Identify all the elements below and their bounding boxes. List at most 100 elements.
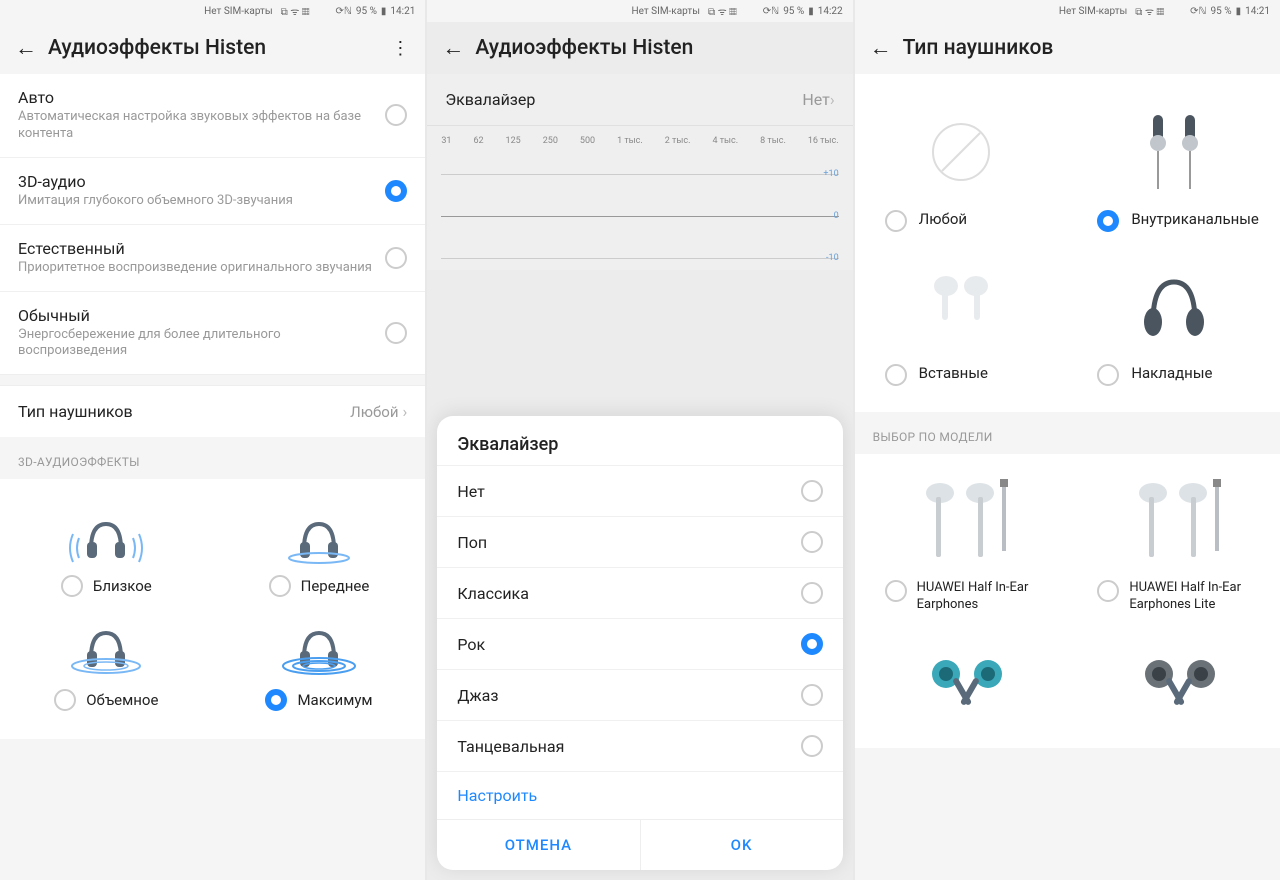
- eq-opt-classic[interactable]: Классика: [437, 567, 842, 618]
- fx-surround[interactable]: Объемное: [0, 605, 213, 719]
- radio[interactable]: [54, 689, 76, 711]
- eq-frequencies: 31621252505001 тыс.2 тыс.4 тыс.8 тыс.16 …: [427, 126, 852, 150]
- page-title: Аудиоэффекты Histen: [475, 36, 844, 60]
- fx-label: Близкое: [93, 577, 152, 595]
- hp-earbuds[interactable]: Вставные: [855, 248, 1068, 402]
- wifi-icon: ⧉ ᯤ ▦: [281, 4, 310, 18]
- sim-status: Нет SIM-карты: [204, 6, 272, 17]
- option-3d[interactable]: 3D-аудио Имитация глубокого объемного 3D-…: [0, 158, 425, 225]
- radio[interactable]: [885, 210, 907, 232]
- model-label: HUAWEI Half In-Ear Earphones: [917, 580, 1058, 614]
- model-unknown-2[interactable]: [1067, 618, 1280, 748]
- statusbar: Нет SIM-карты ⧉ ᯤ ▦⟳ℕ 95 %▮ 14:22: [427, 0, 852, 22]
- radio[interactable]: [885, 580, 907, 602]
- option-title: Естественный: [18, 239, 375, 258]
- eq-opt-jazz[interactable]: Джаз: [437, 669, 842, 720]
- hp-overear[interactable]: Накладные: [1067, 248, 1280, 402]
- option-title: 3D-аудио: [18, 172, 375, 191]
- radio[interactable]: [385, 322, 407, 344]
- earphone-icon: [1077, 466, 1270, 576]
- row-label: Эквалайзер: [445, 90, 802, 109]
- nfc-icon: ⟳ℕ: [335, 6, 351, 17]
- radio[interactable]: [385, 104, 407, 126]
- clock: 14:21: [390, 6, 415, 17]
- screen-headphone-type: Нет SIM-карты ⧉ ᯤ ▦⟳ℕ 95 %▮ 14:21 ← Тип …: [855, 0, 1280, 880]
- chevron-right-icon: ›: [403, 402, 408, 421]
- radio[interactable]: [265, 689, 287, 711]
- model-grid: HUAWEI Half In-Ear Earphones HUAWEI Half…: [855, 454, 1280, 748]
- page-title: Тип наушников: [903, 36, 1272, 60]
- option-natural[interactable]: Естественный Приоритетное воспроизведение…: [0, 225, 425, 292]
- back-button[interactable]: ←: [863, 30, 899, 66]
- hp-any[interactable]: Любой: [855, 94, 1068, 248]
- fx-grid: Близкое Переднее Объемное Максимум: [0, 479, 425, 739]
- model-half-inear-lite[interactable]: HUAWEI Half In-Ear Earphones Lite: [1067, 454, 1280, 618]
- option-auto[interactable]: АвтоАвтоматическая настройка звуковых эф…: [0, 74, 425, 158]
- radio[interactable]: [1097, 580, 1119, 602]
- back-button[interactable]: ←: [435, 30, 471, 66]
- option-sub: Имитация глубокого объемного 3D-звучания: [18, 193, 375, 210]
- earphone-icon: [1077, 630, 1270, 740]
- header: ← Аудиоэффекты Histen ⋮: [0, 22, 425, 74]
- option-title: Авто: [18, 88, 375, 107]
- radio[interactable]: [385, 180, 407, 202]
- option-normal[interactable]: Обычный Энергосбережение для более длител…: [0, 292, 425, 375]
- headphone-type-grid: Любой Внутриканальные Вставные Накладные: [855, 74, 1280, 412]
- eq-customize[interactable]: Настроить: [437, 771, 842, 819]
- radio[interactable]: [801, 633, 823, 655]
- statusbar: Нет SIM-карты ⧉ ᯤ ▦ ⟳ℕ 95 % ▮ 14:21: [0, 0, 425, 22]
- headphone-type-row[interactable]: Тип наушников Любой ›: [0, 385, 425, 437]
- eq-opt-pop[interactable]: Поп: [437, 516, 842, 567]
- radio[interactable]: [801, 684, 823, 706]
- fx-label: Переднее: [301, 577, 370, 595]
- overear-icon: [1077, 256, 1270, 356]
- earphone-icon: [865, 630, 1058, 740]
- chevron-right-icon: ›: [830, 90, 835, 109]
- radio[interactable]: [1097, 364, 1119, 386]
- battery-percent: 95 %: [356, 6, 377, 17]
- radio[interactable]: [61, 575, 83, 597]
- section-title-3dfx: 3D-АУДИОЭФФЕКТЫ: [0, 437, 425, 479]
- back-button[interactable]: ←: [8, 30, 44, 66]
- model-half-inear[interactable]: HUAWEI Half In-Ear Earphones: [855, 454, 1068, 618]
- screen-audioeffects: Нет SIM-карты ⧉ ᯤ ▦ ⟳ℕ 95 % ▮ 14:21 ← Ау…: [0, 0, 425, 880]
- eq-chart: +10 0 -10: [427, 150, 852, 270]
- cancel-button[interactable]: ОТМЕНА: [437, 820, 639, 870]
- row-value: Нет: [802, 90, 830, 109]
- option-title: Обычный: [18, 306, 375, 325]
- row-label: Тип наушников: [18, 402, 350, 421]
- hp-inear[interactable]: Внутриканальные: [1067, 94, 1280, 248]
- hp-label: Накладные: [1131, 364, 1212, 383]
- fx-close[interactable]: Близкое: [0, 491, 213, 605]
- fx-label: Объемное: [86, 691, 158, 709]
- radio[interactable]: [1097, 210, 1119, 232]
- fx-front[interactable]: Переднее: [213, 491, 426, 605]
- eq-opt-rock[interactable]: Рок: [437, 618, 842, 669]
- page-title: Аудиоэффекты Histen: [48, 36, 381, 60]
- radio[interactable]: [801, 582, 823, 604]
- radio[interactable]: [801, 531, 823, 553]
- eq-opt-dance[interactable]: Танцевальная: [437, 720, 842, 771]
- radio[interactable]: [801, 480, 823, 502]
- radio[interactable]: [269, 575, 291, 597]
- header: ← Тип наушников: [855, 22, 1280, 74]
- option-sub: Приоритетное воспроизведение оригинально…: [18, 260, 375, 277]
- fx-max[interactable]: Максимум: [213, 605, 426, 719]
- sheet-title: Эквалайзер: [437, 416, 842, 465]
- row-value: Любой: [350, 403, 398, 421]
- section-title-models: ВЫБОР ПО МОДЕЛИ: [855, 412, 1280, 454]
- ok-button[interactable]: OK: [640, 820, 843, 870]
- radio[interactable]: [385, 247, 407, 269]
- radio[interactable]: [885, 364, 907, 386]
- fx-label: Максимум: [297, 691, 372, 709]
- eq-opt-none[interactable]: Нет: [437, 465, 842, 516]
- option-sub: Энергосбережение для более длительного в…: [18, 327, 375, 361]
- model-label: HUAWEI Half In-Ear Earphones Lite: [1129, 580, 1270, 614]
- hp-label: Внутриканальные: [1131, 210, 1259, 229]
- more-button[interactable]: ⋮: [381, 38, 417, 59]
- sim-status: Нет SIM-карты: [631, 6, 699, 17]
- radio[interactable]: [801, 735, 823, 757]
- battery-icon: ▮: [381, 6, 387, 17]
- model-unknown-1[interactable]: [855, 618, 1068, 748]
- equalizer-row[interactable]: Эквалайзер Нет ›: [427, 74, 852, 126]
